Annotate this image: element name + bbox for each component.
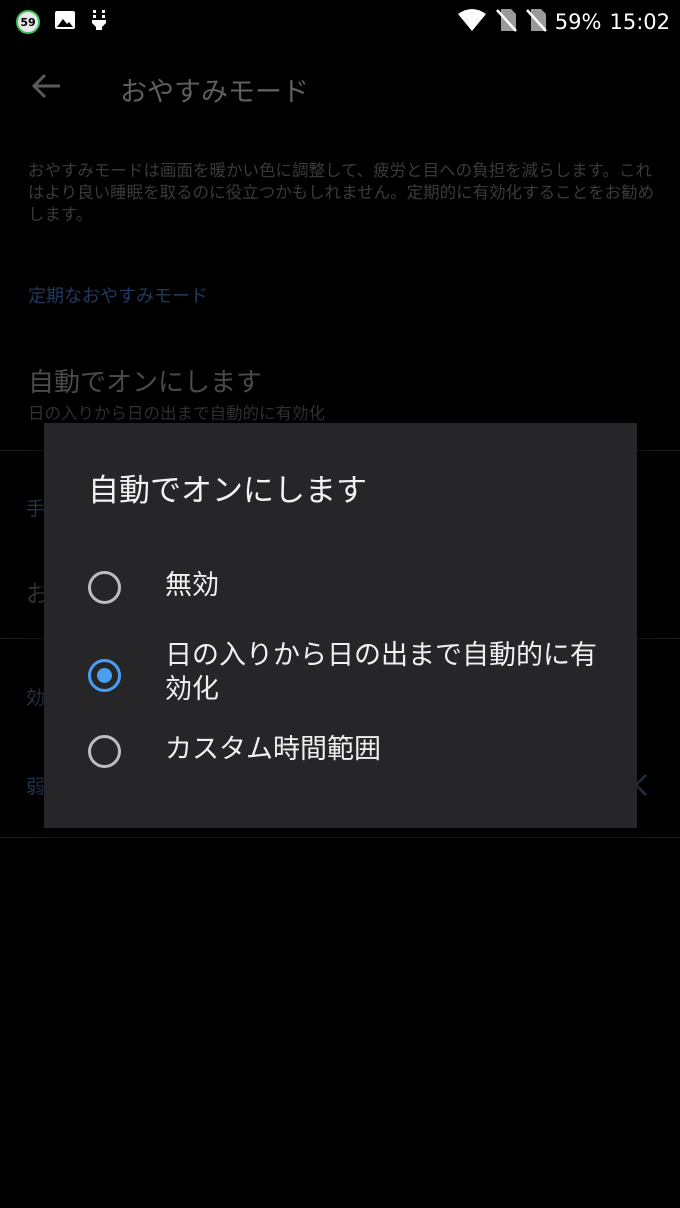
page-description: おやすみモードは画面を暖かい色に調整して、疲労と目への負担を減らします。これはよ…	[28, 161, 655, 224]
radio-button-unchecked[interactable]	[88, 571, 121, 604]
back-arrow-icon[interactable]	[28, 68, 64, 104]
section-header-manual: 手	[26, 498, 46, 520]
status-bar: 59 59% 15:02	[0, 0, 680, 44]
auto-on-preference-title[interactable]: 自動でオンにします	[28, 362, 262, 399]
section-header-effect: 効	[26, 687, 46, 709]
intensity-label: 弱	[26, 776, 46, 798]
status-bar-right: 59% 15:02	[457, 8, 670, 36]
divider	[0, 837, 680, 838]
status-bar-left: 59	[16, 8, 108, 36]
sim-no-signal-icon	[525, 8, 547, 37]
radio-button-unchecked[interactable]	[88, 735, 121, 768]
battery-circle-icon: 59	[16, 10, 40, 34]
usb-debug-icon	[90, 9, 108, 35]
radio-dot	[97, 668, 112, 683]
option-label: 日の入りから日の出まで自動的に有効化	[165, 640, 597, 705]
option-disabled[interactable]: 無効	[44, 561, 637, 613]
battery-percent: 59%	[554, 10, 602, 34]
dialog-title: 自動でオンにします	[88, 473, 367, 509]
wifi-icon	[457, 8, 487, 37]
clock: 15:02	[609, 10, 670, 34]
auto-on-preference-summary: 日の入りから日の出まで自動的に有効化	[28, 404, 325, 423]
option-label: 無効	[165, 570, 219, 601]
screen: 59 59% 15:02 おやすみモード おやすみモードは画面を暖かい色に調整し…	[0, 0, 680, 1208]
app-bar: おやすみモード	[0, 44, 680, 130]
option-label: カスタム時間範囲	[165, 734, 381, 765]
option-custom-time-range[interactable]: カスタム時間範囲	[44, 725, 637, 777]
image-icon	[54, 9, 76, 35]
page-title: おやすみモード	[120, 77, 309, 108]
sim-no-signal-icon	[495, 8, 517, 37]
radio-button-checked[interactable]	[88, 659, 121, 692]
notification-badge: 59	[20, 15, 36, 29]
section-header-scheduled: 定期なおやすみモード	[28, 286, 208, 307]
option-sunset-to-sunrise[interactable]: 日の入りから日の出まで自動的に有効化	[44, 631, 637, 715]
auto-on-dialog: 自動でオンにします 無効 日の入りから日の出まで自動的に有効化 カスタム時間範囲	[44, 423, 637, 828]
